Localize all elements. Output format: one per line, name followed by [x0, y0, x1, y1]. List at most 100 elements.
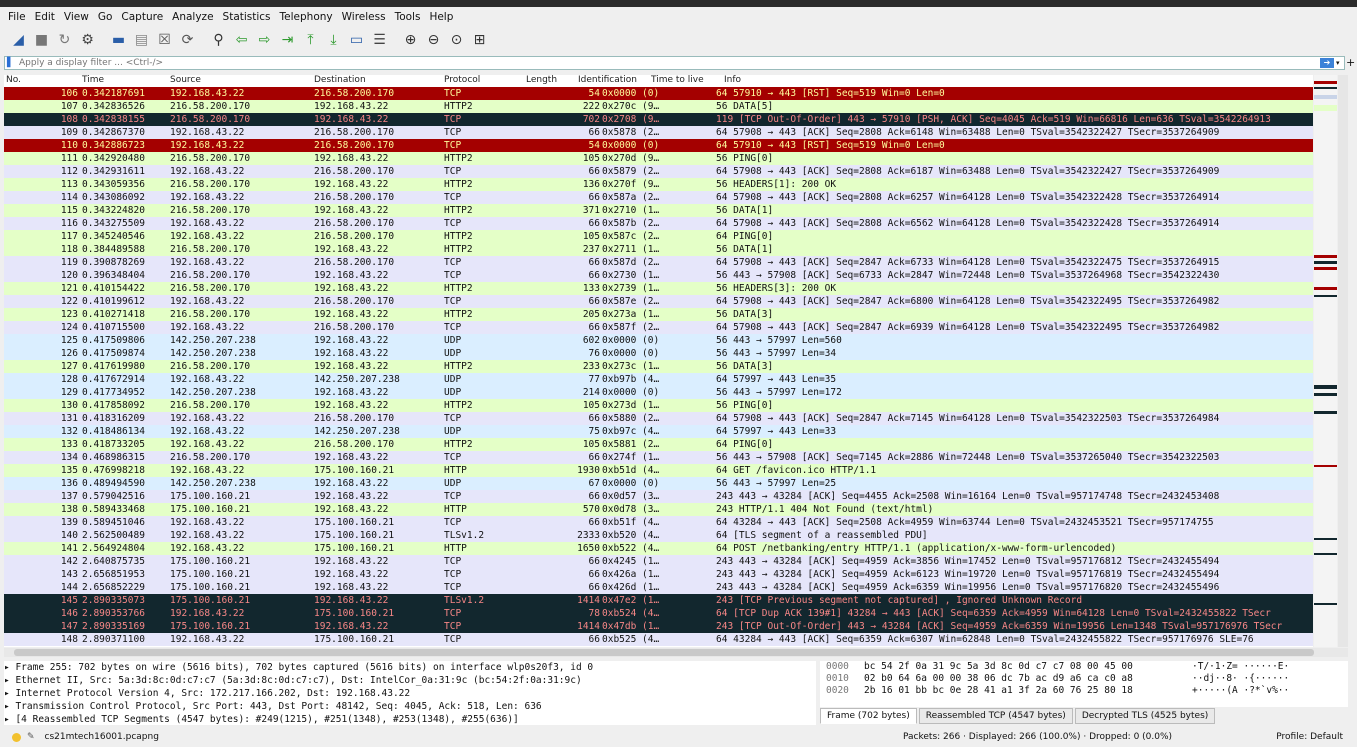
packet-minimap[interactable]: [1314, 75, 1337, 647]
shark-fin-start-icon[interactable]: ◢: [8, 30, 29, 51]
apply-filter-arrow-icon[interactable]: ➔: [1320, 58, 1334, 68]
menu-statistics[interactable]: Statistics: [223, 11, 271, 23]
packet-row[interactable]: 108 0.342838155 216.58.200.170 192.168.43.2…: [4, 113, 1313, 126]
autoscroll-icon[interactable]: ▭: [346, 30, 367, 51]
menu-help[interactable]: Help: [429, 11, 453, 23]
filter-dropdown-icon[interactable]: ▾: [1336, 59, 1344, 67]
packet-row[interactable]: 113 0.343059356 216.58.200.170 192.168.43.2…: [4, 178, 1313, 191]
colorize-icon[interactable]: ☰: [369, 30, 390, 51]
detail-row-frame[interactable]: ▸ Frame 255: 702 bytes on wire (5616 bit…: [4, 661, 816, 674]
col-protocol[interactable]: Protocol: [444, 75, 480, 85]
detail-row-ethernet[interactable]: ▸ Ethernet II, Src: 5a:3d:8c:0d:c7:c7 (5…: [4, 674, 816, 687]
packet-row[interactable]: 137 0.579042516 175.100.160.21 192.168.43.2…: [4, 490, 1313, 503]
col-info[interactable]: Info: [724, 75, 741, 85]
expert-info-icon[interactable]: [12, 732, 21, 742]
packet-row[interactable]: 130 0.417858092 216.58.200.170 192.168.43.2…: [4, 399, 1313, 412]
menu-telephony[interactable]: Telephony: [280, 11, 333, 23]
profile-label[interactable]: Profile: Default: [1276, 732, 1343, 742]
packet-row[interactable]: 148 2.890371100 192.168.43.22 175.100.160.2…: [4, 633, 1313, 646]
resize-columns-icon[interactable]: ⊞: [469, 30, 490, 51]
detail-row-tcp[interactable]: ▸ Transmission Control Protocol, Src Por…: [4, 700, 816, 713]
packet-row[interactable]: 129 0.417734952 142.250.207.238 192.168.43.…: [4, 386, 1313, 399]
tab-decrypted-tls[interactable]: Decrypted TLS (4525 bytes): [1074, 708, 1216, 724]
menu-tools[interactable]: Tools: [395, 11, 421, 23]
last-packet-icon[interactable]: ⤓: [323, 30, 344, 51]
packet-row[interactable]: 119 0.390878269 192.168.43.22 216.58.200.17…: [4, 256, 1313, 269]
menu-view[interactable]: View: [64, 11, 89, 23]
packet-row[interactable]: 127 0.417619980 216.58.200.170 192.168.43.2…: [4, 360, 1313, 373]
packet-row[interactable]: 141 2.564924804 192.168.43.22 175.100.160.2…: [4, 542, 1313, 555]
close-file-icon[interactable]: ☒: [154, 30, 175, 51]
packet-row[interactable]: 120 0.396348404 216.58.200.170 192.168.43.2…: [4, 269, 1313, 282]
packet-row[interactable]: 117 0.345240546 192.168.43.22 216.58.200.17…: [4, 230, 1313, 243]
packet-row[interactable]: 115 0.343224820 216.58.200.170 192.168.43.2…: [4, 204, 1313, 217]
packet-row[interactable]: 145 2.890335073 175.100.160.21 192.168.43.2…: [4, 594, 1313, 607]
menu-wireless[interactable]: Wireless: [342, 11, 386, 23]
reload-icon[interactable]: ⟳: [177, 30, 198, 51]
col-destination[interactable]: Destination: [314, 75, 366, 85]
packet-row[interactable]: 121 0.410154422 216.58.200.170 192.168.43.2…: [4, 282, 1313, 295]
packet-row[interactable]: 109 0.342867370 192.168.43.22 216.58.200.17…: [4, 126, 1313, 139]
packet-row[interactable]: 139 0.589451046 192.168.43.22 175.100.160.2…: [4, 516, 1313, 529]
forward-icon[interactable]: ⇨: [254, 30, 275, 51]
packet-row[interactable]: 107 0.342836526 216.58.200.170 192.168.43.2…: [4, 100, 1313, 113]
packet-list[interactable]: 106 0.342187691 192.168.43.22 216.58.200.17…: [4, 87, 1313, 647]
save-icon[interactable]: ▤: [131, 30, 152, 51]
packet-row[interactable]: 106 0.342187691 192.168.43.22 216.58.200.17…: [4, 87, 1313, 100]
back-icon[interactable]: ⇦: [231, 30, 252, 51]
packet-row[interactable]: 144 2.656852229 175.100.160.21 192.168.43.2…: [4, 581, 1313, 594]
detail-row-ip[interactable]: ▸ Internet Protocol Version 4, Src: 172.…: [4, 687, 816, 700]
packet-row[interactable]: 132 0.418486134 192.168.43.22 142.250.207.2…: [4, 425, 1313, 438]
packet-row[interactable]: 118 0.384489588 216.58.200.170 192.168.43.2…: [4, 243, 1313, 256]
packet-list-hscrollbar[interactable]: [4, 648, 1348, 657]
packet-row[interactable]: 116 0.343275509 192.168.43.22 216.58.200.17…: [4, 217, 1313, 230]
col-length[interactable]: Length: [526, 75, 557, 85]
first-packet-icon[interactable]: ⤒: [300, 30, 321, 51]
menu-go[interactable]: Go: [98, 11, 113, 23]
packet-row[interactable]: 114 0.343086092 192.168.43.22 216.58.200.17…: [4, 191, 1313, 204]
stop-icon[interactable]: ■: [31, 30, 52, 51]
packet-row[interactable]: 128 0.417672914 192.168.43.22 142.250.207.2…: [4, 373, 1313, 386]
edit-comment-icon[interactable]: ✎: [27, 732, 35, 742]
packet-row[interactable]: 112 0.342931611 192.168.43.22 216.58.200.17…: [4, 165, 1313, 178]
tab-reassembled-tcp[interactable]: Reassembled TCP (4547 bytes): [918, 708, 1073, 724]
find-icon[interactable]: ⚲: [208, 30, 229, 51]
packet-row[interactable]: 124 0.410715500 192.168.43.22 216.58.200.17…: [4, 321, 1313, 334]
options-icon[interactable]: ⚙: [77, 30, 98, 51]
packet-row[interactable]: 138 0.589433468 175.100.160.21 192.168.43.2…: [4, 503, 1313, 516]
packet-row[interactable]: 111 0.342920480 216.58.200.170 192.168.43.2…: [4, 152, 1313, 165]
packet-row[interactable]: 131 0.418316209 192.168.43.22 216.58.200.17…: [4, 412, 1313, 425]
packet-row[interactable]: 133 0.418733205 192.168.43.22 216.58.200.17…: [4, 438, 1313, 451]
packet-row[interactable]: 136 0.489494590 142.250.207.238 192.168.43.…: [4, 477, 1313, 490]
add-filter-button-icon[interactable]: +: [1346, 56, 1355, 69]
packet-details-pane[interactable]: ▸ Frame 255: 702 bytes on wire (5616 bit…: [4, 661, 816, 725]
zoom-in-icon[interactable]: ⊕: [400, 30, 421, 51]
col-ttl[interactable]: Time to live: [651, 75, 704, 85]
bookmark-icon[interactable]: ▌: [7, 58, 17, 68]
packet-row[interactable]: 122 0.410199612 192.168.43.22 216.58.200.17…: [4, 295, 1313, 308]
detail-row-reassembled[interactable]: ▸ [4 Reassembled TCP Segments (4547 byte…: [4, 713, 816, 725]
menu-edit[interactable]: Edit: [35, 11, 55, 23]
menu-capture[interactable]: Capture: [121, 11, 163, 23]
packet-row[interactable]: 123 0.410271418 216.58.200.170 192.168.43.2…: [4, 308, 1313, 321]
open-icon[interactable]: ▬: [108, 30, 129, 51]
packet-row[interactable]: 143 2.656851953 175.100.160.21 192.168.43.2…: [4, 568, 1313, 581]
packet-list-scrollbar[interactable]: [1338, 75, 1348, 647]
packet-row[interactable]: 147 2.890335169 175.100.160.21 192.168.43.2…: [4, 620, 1313, 633]
col-no[interactable]: No.: [6, 75, 21, 85]
packet-row[interactable]: 125 0.417509806 142.250.207.238 192.168.43.…: [4, 334, 1313, 347]
hscroll-thumb[interactable]: [14, 649, 1314, 656]
col-time[interactable]: Time: [82, 75, 104, 85]
packet-row[interactable]: 142 2.640875735 175.100.160.21 192.168.43.2…: [4, 555, 1313, 568]
menu-file[interactable]: File: [8, 11, 26, 23]
normal-size-icon[interactable]: ⊙: [446, 30, 467, 51]
restart-icon[interactable]: ↻: [54, 30, 75, 51]
col-source[interactable]: Source: [170, 75, 201, 85]
packet-row[interactable]: 134 0.468986315 216.58.200.170 192.168.43.2…: [4, 451, 1313, 464]
packet-row[interactable]: 126 0.417509874 142.250.207.238 192.168.43.…: [4, 347, 1313, 360]
col-identification[interactable]: Identification: [578, 75, 637, 85]
menu-analyze[interactable]: Analyze: [172, 11, 213, 23]
packet-bytes-pane[interactable]: 0000 bc 54 2f 0a 31 9c 5a 3d 8c 0d c7 c7 …: [820, 661, 1348, 707]
packet-row[interactable]: 146 2.890353766 192.168.43.22 175.100.160.2…: [4, 607, 1313, 620]
packet-row[interactable]: 140 2.562500489 192.168.43.22 175.100.160.2…: [4, 529, 1313, 542]
